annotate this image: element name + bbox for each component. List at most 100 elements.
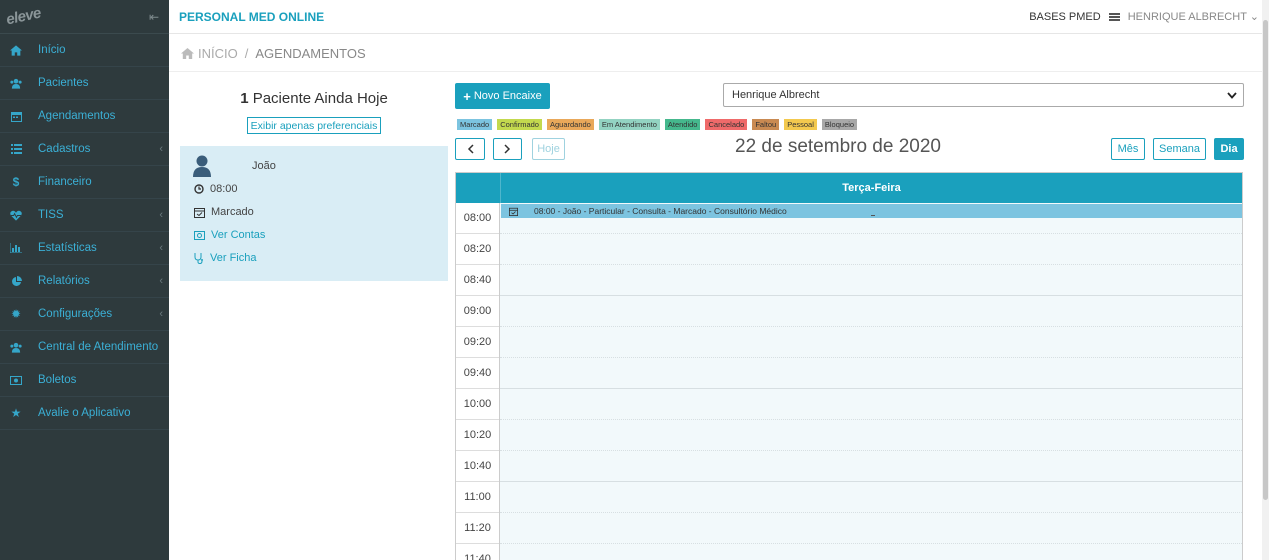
month-view-button[interactable]: Mês: [1111, 138, 1145, 160]
time-slot[interactable]: [500, 234, 1242, 265]
chevron-down-icon: [1227, 91, 1237, 99]
ver-ficha-link[interactable]: Ver Ficha: [194, 252, 256, 264]
time-slot-label: 10:40: [456, 451, 499, 482]
sidebar-item-label: Configurações: [38, 308, 113, 320]
doctor-selected-value: Henrique Albrecht: [732, 89, 820, 101]
time-slot[interactable]: [500, 265, 1242, 296]
sidebar-item-central-de-atendimento[interactable]: Central de Atendimento: [0, 331, 169, 364]
user-menu[interactable]: HENRIQUE ALBRECHT ⌄: [1128, 10, 1259, 23]
chevron-left-icon: ‹: [159, 209, 163, 221]
time-slot-label: 11:20: [456, 513, 499, 544]
event-resize-handle[interactable]: [871, 215, 875, 216]
sidebar-item-inicio[interactable]: Início: [0, 34, 169, 67]
plus-icon: +: [463, 88, 471, 104]
next-button[interactable]: [493, 138, 522, 160]
patient-card[interactable]: João 08:00 Marcado Ver Contas Ver Ficha: [180, 146, 448, 281]
prev-button[interactable]: [455, 138, 485, 160]
home-icon: [181, 47, 194, 59]
time-slot[interactable]: [500, 389, 1242, 420]
doctor-select[interactable]: Henrique Albrecht: [723, 83, 1244, 107]
sidebar-item-relatorios[interactable]: Relatórios ‹: [0, 265, 169, 298]
sidebar-item-configuracoes[interactable]: ✹ Configurações ‹: [0, 298, 169, 331]
chevron-left-icon: ‹: [159, 275, 163, 287]
user-avatar-icon: [193, 155, 211, 177]
show-preferential-button[interactable]: Exibir apenas preferenciais: [247, 117, 381, 134]
sidebar-item-agendamentos[interactable]: Agendamentos: [0, 100, 169, 133]
legend-item: Atendido: [664, 119, 701, 130]
breadcrumb-home[interactable]: INÍCIO: [198, 46, 238, 61]
chevron-right-icon: [504, 144, 511, 154]
sidebar-item-label: Início: [38, 44, 66, 56]
time-slot-label: 08:20: [456, 234, 499, 265]
patients-count: 1: [240, 90, 249, 107]
time-slot[interactable]: [500, 544, 1242, 560]
patient-time-row: 08:00: [194, 183, 238, 195]
time-slot[interactable]: [500, 327, 1242, 358]
time-slot[interactable]: [500, 482, 1242, 513]
time-slot[interactable]: [500, 358, 1242, 389]
time-slot-label: 11:00: [456, 482, 499, 513]
ver-contas-link[interactable]: Ver Contas: [194, 229, 265, 241]
calendar-header: Terça-Feira: [456, 173, 1242, 203]
legend-item: Faltou: [752, 119, 780, 130]
time-slot-label: 08:00: [456, 203, 499, 234]
calendar-icon: [10, 110, 22, 122]
time-grid[interactable]: [500, 203, 1242, 560]
time-slot[interactable]: [500, 513, 1242, 544]
legend-item: Pessoal: [784, 119, 817, 130]
legend-item: Em Atendimento: [598, 119, 660, 130]
sidebar-item-estatisticas[interactable]: Estatísticas ‹: [0, 232, 169, 265]
collapse-sidebar-icon[interactable]: ⇤: [149, 10, 159, 24]
clock-icon: [194, 184, 204, 194]
time-slot-label: 09:40: [456, 358, 499, 389]
ver-ficha-label[interactable]: Ver Ficha: [210, 252, 256, 264]
chevron-left-icon: ‹: [159, 308, 163, 320]
chevron-left-icon: ‹: [159, 143, 163, 155]
sidebar-item-label: Cadastros: [38, 143, 91, 155]
ver-contas-label[interactable]: Ver Contas: [211, 229, 265, 241]
gear-icon: ✹: [10, 307, 22, 321]
scrollbar-thumb[interactable]: [1263, 20, 1268, 500]
bases-label[interactable]: BASES PMED: [1029, 11, 1101, 23]
dollar-icon: $: [12, 175, 20, 189]
today-button[interactable]: Hoje: [532, 138, 565, 160]
star-icon: ★: [10, 406, 22, 420]
calendar-check-icon: [509, 207, 518, 216]
sidebar-item-tiss[interactable]: TISS ‹: [0, 199, 169, 232]
time-column: 08:00 08:20 08:40 09:00 09:20 09:40 10:00 10:20…: [456, 203, 500, 560]
sidebar-header: eleve ⇤: [0, 0, 169, 34]
legend-item: Marcado: [457, 119, 493, 130]
time-slot[interactable]: [500, 420, 1242, 451]
day-view-button[interactable]: Dia: [1214, 138, 1244, 160]
novo-encaixe-label: Novo Encaixe: [473, 90, 542, 102]
sidebar-item-financeiro[interactable]: $ Financeiro: [0, 166, 169, 199]
breadcrumb: INÍCIO / AGENDAMENTOS: [169, 35, 1269, 72]
patient-time: 08:00: [210, 183, 238, 195]
week-view-button[interactable]: Semana: [1153, 138, 1206, 160]
time-slot[interactable]: [500, 296, 1242, 327]
patient-name: João: [252, 160, 276, 172]
calendar-check-icon: [194, 207, 205, 218]
stethoscope-icon: [194, 252, 203, 264]
sidebar-item-boletos[interactable]: Boletos: [0, 364, 169, 397]
bar-chart-icon: [10, 242, 22, 254]
sidebar-item-label: Boletos: [38, 374, 77, 386]
sidebar-item-label: Financeiro: [38, 176, 92, 188]
current-date-title: 22 de setembro de 2020: [735, 136, 941, 157]
time-slot-label: 09:00: [456, 296, 499, 327]
app-logo: eleve: [4, 4, 43, 29]
pie-chart-icon: [10, 275, 22, 287]
sidebar-item-avalie-o-aplicativo[interactable]: ★ Avalie o Aplicativo: [0, 397, 169, 430]
sidebar-item-label: Central de Atendimento: [38, 341, 159, 353]
sidebar-item-cadastros[interactable]: Cadastros ‹: [0, 133, 169, 166]
database-icon[interactable]: [1108, 12, 1120, 21]
sidebar-item-pacientes[interactable]: Pacientes: [0, 67, 169, 100]
chevron-left-icon: [467, 144, 474, 154]
legend-item: Confirmado: [497, 119, 542, 130]
time-slot[interactable]: [500, 451, 1242, 482]
heartbeat-icon: [10, 209, 22, 221]
status-legend: Marcado Confirmado Aguardando Em Atendiment…: [457, 119, 858, 130]
time-slot-label: 10:00: [456, 389, 499, 420]
novo-encaixe-button[interactable]: + Novo Encaixe: [455, 83, 550, 109]
legend-item: Bloqueio: [821, 119, 858, 130]
